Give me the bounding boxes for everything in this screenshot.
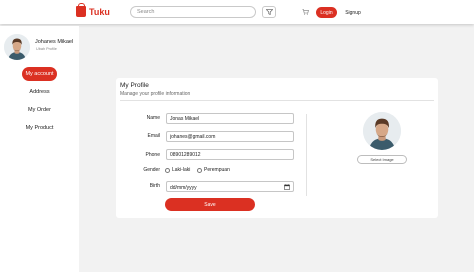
sidebar-item-my-order[interactable]: My Order: [0, 107, 79, 113]
user-avatar-image: [363, 112, 401, 150]
calendar-icon[interactable]: [284, 184, 290, 190]
select-image-button[interactable]: Select Image: [357, 155, 407, 164]
sidebar-item-address[interactable]: Address: [0, 89, 79, 95]
profile-sidebar: Johanes Mikael Ubah Profile My account A…: [0, 26, 79, 272]
name-label: Name: [146, 115, 160, 121]
cart-button[interactable]: [300, 7, 310, 17]
gender-option-female[interactable]: Perempuan: [197, 167, 230, 173]
filter-button[interactable]: [262, 6, 276, 18]
page-title: My Profile: [120, 82, 149, 89]
save-button[interactable]: Save: [165, 198, 255, 211]
email-field[interactable]: [166, 131, 294, 142]
vertical-divider: [306, 114, 307, 196]
shopping-bag-icon: [76, 3, 86, 17]
edit-profile-link[interactable]: Ubah Profile: [36, 47, 57, 51]
date-placeholder: dd/mm/yyyy: [170, 184, 197, 191]
login-button[interactable]: Login: [316, 7, 337, 18]
brand-name: Tuku: [89, 6, 110, 17]
filter-icon: [265, 9, 273, 15]
email-label: Email: [147, 133, 160, 139]
gender-option-label: Perempuan: [204, 167, 230, 173]
name-field[interactable]: [166, 113, 294, 124]
user-avatar-image: [4, 34, 30, 60]
search-input[interactable]: [130, 6, 256, 18]
birth-date-field[interactable]: dd/mm/yyyy: [166, 181, 294, 192]
radio-button[interactable]: [165, 167, 170, 173]
radio-button[interactable]: [197, 167, 202, 173]
profile-photo: [363, 112, 401, 150]
cart-icon: [302, 9, 309, 15]
phone-label: Phone: [145, 152, 160, 158]
brand-logo[interactable]: Tuku: [76, 3, 110, 17]
birth-label: Birth: [149, 183, 160, 189]
phone-field[interactable]: [166, 149, 294, 160]
gender-label: Gender: [143, 167, 160, 173]
sidebar-item-my-product[interactable]: My Product: [0, 125, 79, 131]
top-navbar: Tuku Login Signup: [0, 0, 474, 24]
page-subtitle: Manage your profile information: [120, 91, 191, 97]
gender-option-label: Laki-laki: [172, 167, 191, 173]
gender-option-male[interactable]: Laki-laki: [165, 167, 190, 173]
divider: [120, 100, 434, 101]
user-name: Johanes Mikael: [35, 39, 74, 45]
sidebar-item-my-account[interactable]: My account: [22, 67, 57, 81]
avatar: [4, 34, 30, 60]
signup-button[interactable]: Signup: [342, 7, 364, 18]
